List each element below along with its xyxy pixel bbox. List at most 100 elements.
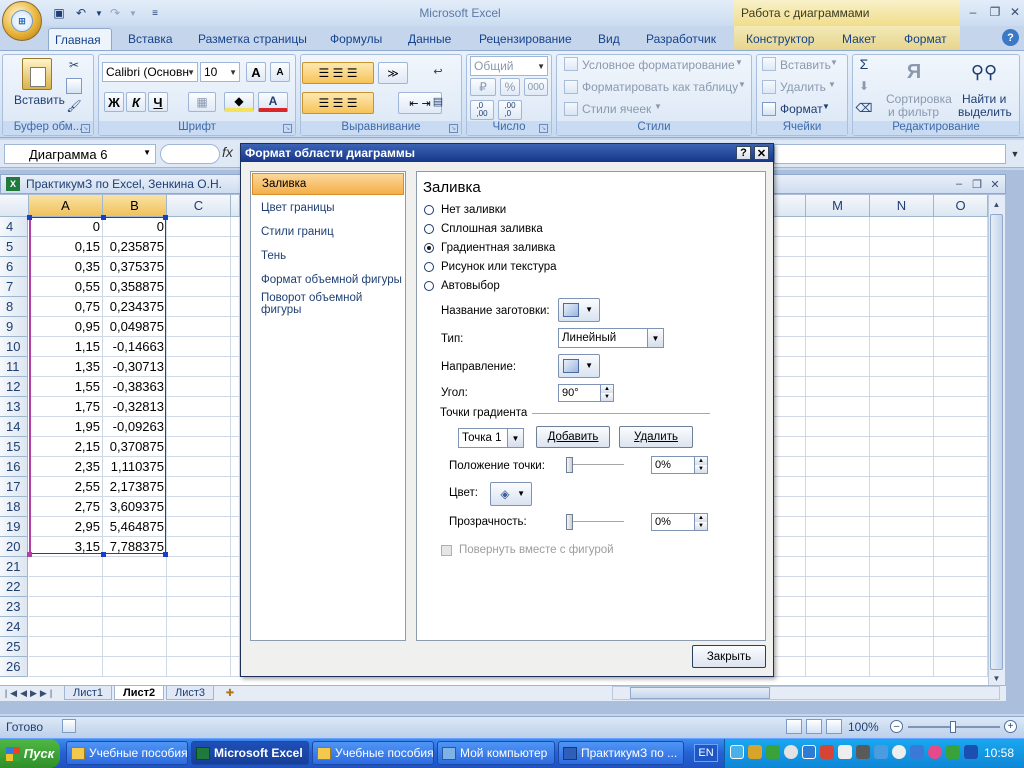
row-header[interactable]: 11: [0, 357, 28, 377]
cell[interactable]: [934, 477, 988, 497]
cell[interactable]: [806, 617, 870, 637]
cell[interactable]: 2,35: [29, 457, 103, 477]
cell[interactable]: 1,55: [29, 377, 103, 397]
help-icon[interactable]: ?: [1002, 29, 1019, 46]
cell[interactable]: [167, 597, 231, 617]
cell[interactable]: [870, 417, 934, 437]
cell[interactable]: 2,173875: [103, 477, 167, 497]
grow-font-button[interactable]: A: [246, 62, 266, 82]
cell[interactable]: [806, 637, 870, 657]
cell[interactable]: [806, 317, 870, 337]
radio-no-fill-label[interactable]: Нет заливки: [441, 204, 506, 216]
cell[interactable]: 1,15: [29, 337, 103, 357]
task-my-computer[interactable]: Мой компьютер: [437, 741, 555, 765]
tray-network-icon[interactable]: [730, 745, 744, 759]
orientation-icon[interactable]: ≫: [378, 62, 408, 84]
cell[interactable]: [806, 357, 870, 377]
font-color-icon[interactable]: A: [258, 92, 288, 112]
vertical-scroll-thumb[interactable]: [990, 214, 1003, 670]
cell[interactable]: [29, 577, 103, 597]
paste-button-label[interactable]: Вставить: [14, 93, 65, 107]
column-header-o[interactable]: O: [934, 195, 988, 217]
tab-review[interactable]: Рецензирование: [473, 28, 578, 50]
radio-automatic-fill[interactable]: [424, 281, 434, 291]
cell[interactable]: [774, 277, 806, 297]
cell[interactable]: 0,370875: [103, 437, 167, 457]
row-header[interactable]: 21: [0, 557, 28, 577]
cell[interactable]: [870, 517, 934, 537]
cell[interactable]: [231, 617, 240, 637]
cell[interactable]: [806, 537, 870, 557]
cell[interactable]: [934, 557, 988, 577]
row-header[interactable]: 4: [0, 217, 28, 237]
format-as-table-button[interactable]: Форматировать как таблицу: [582, 80, 738, 94]
fill-icon[interactable]: ⬇: [856, 78, 872, 94]
cell[interactable]: [934, 217, 988, 237]
clear-icon[interactable]: ⌫: [856, 100, 873, 116]
sheet-tab-1[interactable]: Лист1: [64, 686, 113, 700]
remove-stop-button[interactable]: Удалить: [619, 426, 693, 448]
tray-app-icon[interactable]: [892, 745, 906, 759]
tab-developer[interactable]: Разработчик: [640, 28, 722, 50]
sheet-nav-arrows-icon[interactable]: |◀◀▶▶|: [4, 686, 56, 700]
tab-format[interactable]: Формат: [898, 28, 953, 50]
color-picker-dropdown[interactable]: ◈ ▼: [490, 482, 532, 506]
rotate-with-shape-checkbox[interactable]: [441, 545, 452, 556]
stop-position-slider[interactable]: [566, 456, 624, 474]
cell[interactable]: [231, 557, 240, 577]
selection-handle[interactable]: [101, 552, 106, 557]
cell[interactable]: [231, 657, 240, 677]
row-header[interactable]: 19: [0, 517, 28, 537]
language-indicator[interactable]: EN: [694, 744, 718, 762]
nav-item-shadow[interactable]: Тень: [252, 245, 404, 267]
cell[interactable]: [870, 357, 934, 377]
dialog-launcher-icon[interactable]: ↘: [81, 124, 90, 133]
cell[interactable]: [870, 377, 934, 397]
cell[interactable]: 2,95: [29, 517, 103, 537]
cell[interactable]: 1,35: [29, 357, 103, 377]
tray-app-icon[interactable]: [928, 745, 942, 759]
column-header-c[interactable]: C: [167, 195, 231, 217]
cell[interactable]: 0,235875: [103, 237, 167, 257]
row-header[interactable]: 17: [0, 477, 28, 497]
cell[interactable]: [774, 557, 806, 577]
spin-down-icon[interactable]: ▼: [694, 465, 707, 473]
dialog-launcher-icon[interactable]: ↘: [449, 124, 458, 133]
cell[interactable]: [167, 357, 231, 377]
row-header[interactable]: 12: [0, 377, 28, 397]
minimize-button[interactable]: –: [962, 2, 984, 22]
row-header[interactable]: 24: [0, 617, 28, 637]
cell[interactable]: 0,15: [29, 237, 103, 257]
tray-app-icon[interactable]: [946, 745, 960, 759]
page-break-view-icon[interactable]: [826, 719, 842, 734]
radio-picture-fill-label[interactable]: Рисунок или текстура: [441, 261, 557, 273]
spin-down-icon[interactable]: ▼: [694, 522, 707, 530]
cell[interactable]: [806, 437, 870, 457]
cell[interactable]: -0,38363: [103, 377, 167, 397]
cell[interactable]: [806, 557, 870, 577]
cell[interactable]: 1,110375: [103, 457, 167, 477]
cell[interactable]: [231, 497, 240, 517]
tray-app-icon[interactable]: [766, 745, 780, 759]
nav-item-3d-format[interactable]: Формат объемной фигуры: [252, 269, 404, 291]
cell[interactable]: [167, 477, 231, 497]
tab-home[interactable]: Главная: [48, 28, 112, 50]
cell[interactable]: [774, 537, 806, 557]
cell[interactable]: 0,75: [29, 297, 103, 317]
type-select[interactable]: Линейный ▼: [558, 328, 664, 348]
zoom-in-icon[interactable]: +: [1004, 720, 1017, 733]
cell[interactable]: [231, 317, 240, 337]
column-header-l[interactable]: [774, 195, 806, 217]
cell[interactable]: 3,15: [29, 537, 103, 557]
cell[interactable]: [806, 397, 870, 417]
sheet-tab-3[interactable]: Лист3: [166, 686, 215, 700]
row-header[interactable]: 13: [0, 397, 28, 417]
restore-button[interactable]: ❐: [984, 2, 1006, 22]
office-button[interactable]: ⊞: [2, 1, 42, 41]
column-header-b[interactable]: B: [103, 195, 167, 217]
nav-item-border-styles[interactable]: Стили границ: [252, 221, 404, 243]
cell[interactable]: 0,95: [29, 317, 103, 337]
fill-color-icon[interactable]: ◆: [224, 92, 254, 112]
normal-view-icon[interactable]: [786, 719, 802, 734]
cell[interactable]: [231, 637, 240, 657]
